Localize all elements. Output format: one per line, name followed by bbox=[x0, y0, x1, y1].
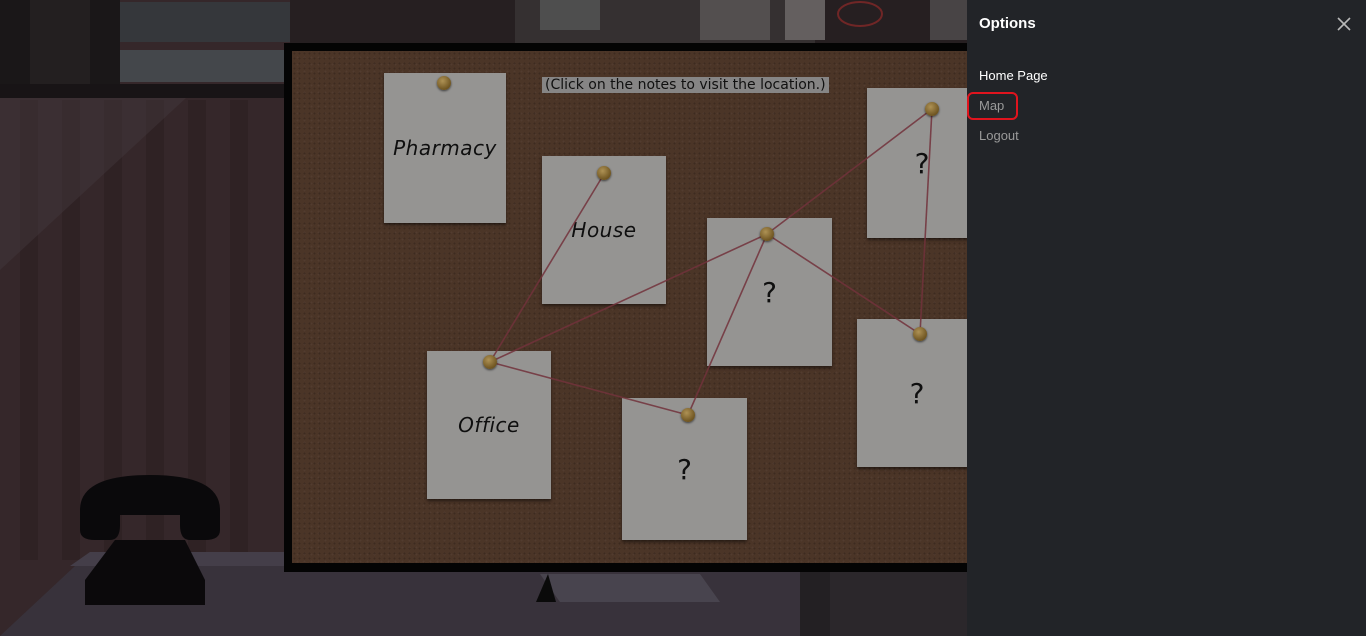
note-label: House bbox=[571, 218, 637, 242]
options-drawer: Options Home Page Map Logout bbox=[967, 0, 1366, 636]
note-label: ? bbox=[762, 275, 777, 309]
note-pharmacy[interactable]: Pharmacy bbox=[384, 73, 506, 223]
highlight-outline bbox=[967, 92, 1018, 120]
drawer-title: Options bbox=[979, 15, 1036, 32]
menu-item-home-page[interactable]: Home Page bbox=[979, 68, 1048, 83]
note-label: Office bbox=[458, 413, 520, 437]
telephone-icon bbox=[80, 475, 220, 605]
close-button[interactable] bbox=[1332, 12, 1356, 36]
pin-icon bbox=[681, 408, 695, 422]
note-label: Pharmacy bbox=[393, 136, 497, 160]
game-scene: (Click on the notes to visit the locatio… bbox=[0, 0, 967, 636]
pin-icon bbox=[925, 102, 939, 116]
cork-board: (Click on the notes to visit the locatio… bbox=[292, 51, 967, 563]
note-label: ? bbox=[677, 452, 692, 486]
note-label: ? bbox=[914, 146, 930, 180]
note-office[interactable]: Office bbox=[427, 351, 551, 499]
pin-icon bbox=[437, 76, 451, 90]
menu-item-logout[interactable]: Logout bbox=[979, 128, 1019, 143]
close-icon bbox=[1337, 17, 1351, 31]
note-label: ? bbox=[909, 376, 925, 410]
pin-icon bbox=[760, 227, 774, 241]
pin-icon bbox=[597, 166, 611, 180]
note-unknown-3[interactable]: ? bbox=[867, 88, 967, 238]
note-unknown-4[interactable]: ? bbox=[857, 319, 967, 467]
board-hint-text: (Click on the notes to visit the locatio… bbox=[542, 77, 829, 93]
pin-icon bbox=[483, 355, 497, 369]
pin-icon bbox=[913, 327, 927, 341]
